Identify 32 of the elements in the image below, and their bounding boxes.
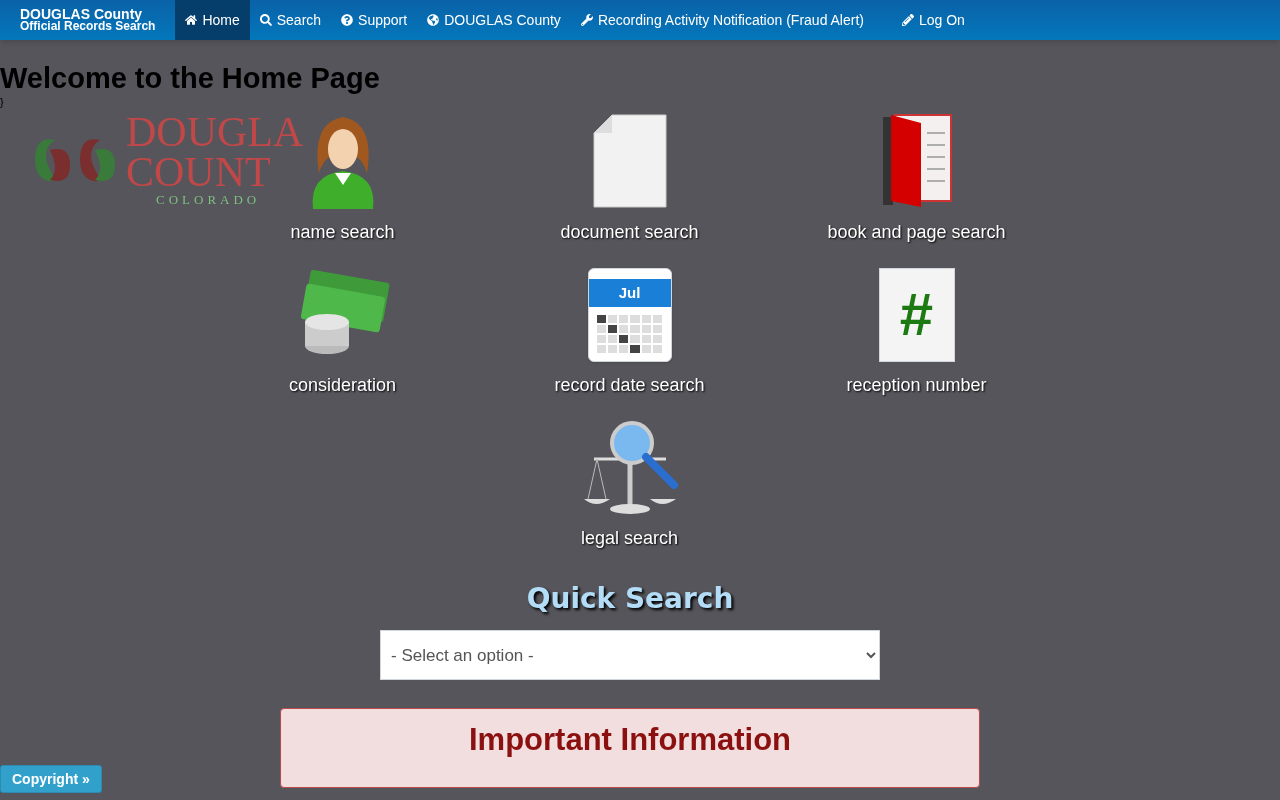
important-title: Important Information: [468, 723, 791, 757]
logo-text: DOUGLA: [126, 112, 304, 152]
nav-link[interactable]: Home: [175, 0, 250, 40]
globe-icon: [427, 14, 440, 26]
nav-link[interactable]: Search: [249, 0, 332, 40]
nav-link[interactable]: DOUGLAS County: [417, 0, 571, 40]
tile-link[interactable]: name search: [290, 219, 395, 246]
tile-link[interactable]: record date search: [554, 372, 705, 399]
nav-link[interactable]: Recording Activity Notification (Fraud Alert): [570, 0, 874, 40]
stray-text: }: [0, 96, 4, 108]
hash-icon: #: [878, 268, 955, 362]
document-icon: [591, 113, 668, 209]
tile-link[interactable]: reception number: [846, 372, 987, 399]
nav-link[interactable]: Support: [331, 0, 418, 40]
search-icon: [259, 14, 272, 26]
tile-link[interactable]: legal search: [580, 525, 679, 552]
tile-link[interactable]: document search: [560, 219, 699, 246]
book-icon: [880, 113, 953, 209]
quick-search-title: Quick Search: [526, 581, 734, 617]
brand-link[interactable]: DOUGLAS County Official Records Search: [0, 0, 176, 40]
wrench-icon: [580, 14, 593, 26]
nav-link[interactable]: Log On: [892, 0, 975, 40]
page-heading: Welcome to the Home Page: [0, 61, 381, 96]
question-icon: [341, 14, 354, 26]
tile-link[interactable]: book and page search: [827, 219, 1006, 246]
logo-text: COUNT: [126, 152, 271, 192]
tile-link[interactable]: consideration: [288, 372, 397, 399]
quick-search-select[interactable]: - Select an option -: [380, 630, 880, 680]
pencil-icon: [902, 14, 914, 26]
calendar-icon: Jul: [587, 268, 672, 362]
home-icon: [185, 14, 198, 26]
logo-text: COLORADO: [156, 192, 261, 208]
